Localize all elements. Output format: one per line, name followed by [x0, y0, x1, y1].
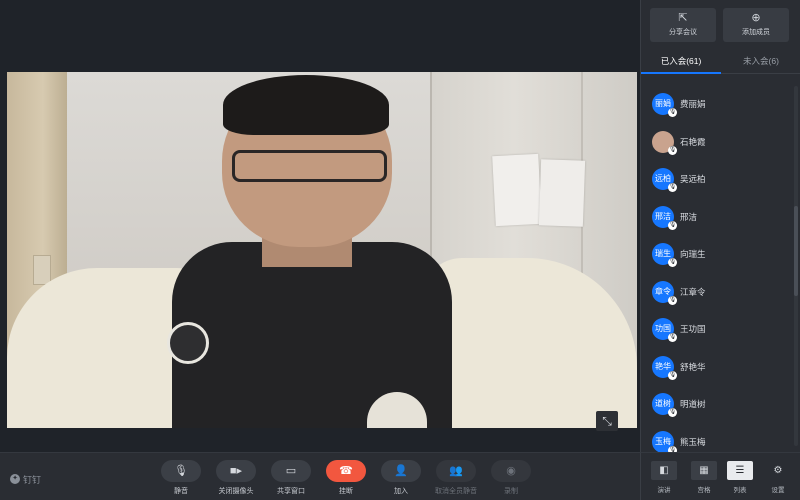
list-view-button[interactable]: ☰ 列表: [723, 461, 757, 494]
video-paper: [492, 153, 542, 227]
join-button[interactable]: 👤 加入: [380, 460, 422, 496]
speaker-view-button[interactable]: ◧ 演讲: [647, 461, 681, 494]
share-meeting-button[interactable]: ⇱ 分享会议: [650, 8, 716, 42]
mic-muted-icon: 🎙: [668, 183, 677, 192]
mic-muted-icon: 🎙: [668, 220, 677, 230]
participant-item[interactable]: 丽娟 🎙 费丽娟: [641, 86, 793, 124]
unmute-all-button[interactable]: 👥 取消全员静音: [435, 460, 477, 496]
speaker-view-label: 演讲: [657, 487, 671, 494]
hangup-label: 挂断: [339, 488, 353, 495]
share-meeting-label: 分享会议: [669, 29, 697, 36]
hangup-button[interactable]: ☎ 挂断: [325, 460, 367, 496]
add-member-button[interactable]: ⊕ 添加成员: [723, 8, 789, 42]
microphone-icon: 🎙: [161, 460, 201, 482]
gallery-view-label: 宫格: [697, 487, 711, 494]
list-view-icon: ☰: [727, 461, 753, 480]
record-label: 录制: [504, 488, 518, 495]
participant-name: 石艳霞: [680, 136, 706, 147]
list-view-label: 列表: [733, 487, 747, 494]
participant-item[interactable]: 道树 🎙 明道树: [641, 386, 793, 424]
group-mute-icon: 👥: [436, 460, 476, 482]
record-button[interactable]: ◉ 录制: [490, 460, 532, 496]
camera-icon: ■▸: [216, 460, 256, 482]
share-window-label: 共享窗口: [277, 488, 305, 495]
participants-panel: ⇱ 分享会议 ⊕ 添加成员 已入会(61) 未入会(6) 丽娟 🎙 费丽娟 🎙 石艳霞远…: [640, 0, 800, 452]
participant-name: 舒艳华: [680, 361, 706, 372]
participant-item[interactable]: 玉梅 🎙 熊玉梅: [641, 424, 793, 452]
brand: ✦ 钉钉: [10, 472, 41, 486]
participant-name: 王功国: [680, 324, 706, 334]
participant-name: 明道树: [680, 399, 706, 409]
participant-item[interactable]: 艳华 🎙 舒艳华: [641, 349, 793, 387]
participant-name: 邢洁: [680, 211, 698, 222]
mic-muted-icon: 🎙: [668, 145, 677, 155]
mic-muted-icon: 🎙: [668, 108, 677, 117]
participant-name: 吴远柏: [680, 174, 706, 184]
record-icon: ◉: [491, 460, 531, 482]
join-icon: 👤: [381, 460, 421, 482]
gallery-view-button[interactable]: ▦ 宫格: [687, 461, 721, 494]
scrollbar-thumb[interactable]: [794, 206, 798, 296]
participant-item[interactable]: 远柏 🎙 吴远柏: [641, 161, 793, 199]
mic-muted-icon: 🎙: [668, 333, 677, 342]
participant-item[interactable]: 🎙 石艳霞: [641, 124, 793, 162]
add-member-icon: ⊕: [751, 12, 761, 24]
participant-scrollbar[interactable]: [794, 86, 798, 446]
participant-item[interactable]: 瑞生 🎙 向瑞生: [641, 236, 793, 274]
participant-item[interactable]: 章令 🎙 江章令: [641, 274, 793, 312]
share-icon: ⇱: [678, 12, 688, 24]
video-hair: [223, 75, 389, 135]
mute-button[interactable]: 🎙 静音: [160, 460, 202, 496]
participant-name: 熊玉梅: [680, 436, 706, 447]
camera-label: 关闭摄像头: [218, 488, 254, 495]
mic-muted-icon: 🎙: [668, 370, 677, 380]
unmute-all-label: 取消全员静音: [435, 488, 477, 495]
participant-item[interactable]: 邢洁 🎙 邢洁: [641, 199, 793, 237]
tab-not-joined[interactable]: 未入会(6): [721, 50, 800, 74]
participant-tabs: 已入会(61) 未入会(6): [641, 50, 800, 74]
mute-label: 静音: [174, 488, 188, 495]
participant-list: 丽娟 🎙 费丽娟 🎙 石艳霞 远柏 🎙 吴远柏 邢洁 🎙 邢洁 瑞生 🎙 向瑞生 章令 🎙 江章令 功国 🎙 王功国艳…: [641, 86, 793, 452]
settings-label: 设置: [771, 487, 785, 494]
participant-video[interactable]: [7, 72, 637, 428]
video-stage: ⤡: [0, 0, 640, 452]
hangup-icon: ☎: [326, 460, 366, 482]
participant-name: 江章令: [680, 286, 706, 297]
share-screen-icon: ▭: [271, 460, 311, 482]
participant-name: 费丽娟: [680, 99, 706, 109]
brand-label: 钉钉: [23, 474, 42, 485]
gallery-view-icon: ▦: [691, 461, 717, 480]
video-jacket-patch: [167, 322, 209, 364]
mic-muted-icon: 🎙: [668, 295, 677, 305]
meeting-toolbar: ✦ 钉钉 🎙 静音 ■▸ 关闭摄像头 ▭ 共享窗口 ☎ 挂断 👤 加入 👥 取消…: [0, 452, 640, 500]
view-controls: ◧ 演讲 ▦ 宫格 ☰ 列表 ⚙ 设置: [640, 452, 800, 500]
video-glasses: [232, 150, 387, 182]
participant-item[interactable]: 功国 🎙 王功国: [641, 311, 793, 349]
share-window-button[interactable]: ▭ 共享窗口: [270, 460, 312, 496]
dingtalk-logo-icon: ✦: [10, 474, 20, 484]
join-label: 加入: [394, 488, 408, 495]
settings-button[interactable]: ⚙ 设置: [761, 461, 795, 494]
settings-icon: ⚙: [773, 465, 783, 476]
speaker-view-icon: ◧: [651, 461, 677, 480]
video-paper: [538, 159, 586, 227]
video-light-switch: [33, 255, 51, 285]
meeting-window: ⤡ ⇱ 分享会议 ⊕ 添加成员 已入会(61) 未入会(6) 丽娟 🎙 费丽娟 🎙 石艳…: [0, 0, 800, 500]
exit-fullscreen-icon[interactable]: ⤡: [596, 411, 618, 431]
add-member-label: 添加成员: [742, 29, 770, 36]
mic-muted-icon: 🎙: [668, 258, 677, 267]
mic-muted-icon: 🎙: [668, 408, 677, 417]
participant-name: 向瑞生: [680, 249, 706, 259]
panel-actions: ⇱ 分享会议 ⊕ 添加成员: [641, 0, 800, 48]
tab-joined[interactable]: 已入会(61): [641, 50, 721, 74]
camera-button[interactable]: ■▸ 关闭摄像头: [215, 460, 257, 496]
